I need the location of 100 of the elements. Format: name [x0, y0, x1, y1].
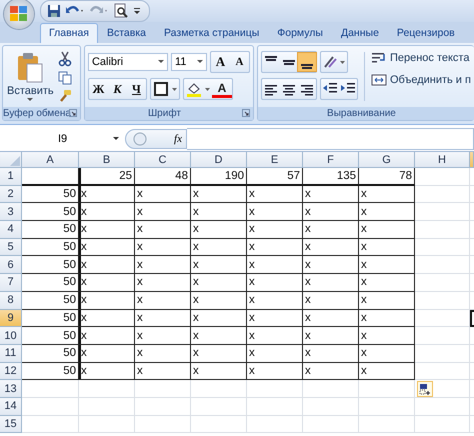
group-label: Шрифт [148, 108, 181, 119]
italic-button[interactable]: К [108, 80, 127, 98]
table-cell: x [191, 292, 247, 310]
row-header[interactable]: 14 [0, 398, 22, 416]
table-cell: x [191, 327, 247, 345]
table-cell: x [303, 221, 359, 239]
row-header[interactable]: 7 [0, 274, 22, 292]
table-cell: x [303, 327, 359, 345]
table-cell: x [247, 256, 303, 274]
column-header[interactable]: D [191, 152, 247, 168]
merge-button[interactable]: Объединить и п [370, 73, 471, 87]
table-cell: x [135, 344, 191, 363]
table-cell: x [79, 344, 135, 363]
grow-font-button[interactable]: A [210, 53, 230, 71]
table-cell: x [247, 203, 303, 222]
ribbon-tab[interactable]: Разметка страницы [155, 23, 268, 43]
table-cell: x [359, 203, 415, 222]
table-cell: x [359, 344, 415, 363]
table-cell: x [359, 327, 415, 345]
table-cell: x [303, 274, 359, 292]
column-header[interactable]: G [359, 152, 415, 168]
font-name-dropdown[interactable]: Calibri [88, 53, 168, 71]
row-header[interactable]: 12 [0, 362, 22, 380]
table-cell: x [79, 203, 135, 222]
table-cell: x [135, 274, 191, 292]
table-cell: x [303, 292, 359, 310]
row-header[interactable]: 3 [0, 203, 22, 222]
row-header[interactable]: 4 [0, 221, 22, 239]
row-header[interactable]: 8 [0, 292, 22, 310]
underline-button[interactable]: Ч [126, 80, 146, 98]
table-cell: x [191, 238, 247, 256]
table-cell: 25 [79, 168, 135, 186]
table-cell: x [79, 186, 135, 204]
ribbon-tab[interactable]: Формулы [268, 23, 332, 43]
column-header[interactable]: B [79, 152, 135, 168]
table-cell: x [135, 362, 191, 380]
table-cell: x [359, 238, 415, 256]
ribbon-tab[interactable]: Рецензиров [388, 23, 464, 43]
ribbon-tab[interactable]: Главная [40, 23, 98, 43]
table-cell: x [79, 292, 135, 310]
table-cell: 57 [247, 168, 303, 186]
ribbon-tab[interactable]: Вставка [98, 23, 155, 43]
table-cell: x [191, 256, 247, 274]
table-cell: x [303, 256, 359, 274]
insert-function-button[interactable]: fx [174, 133, 182, 145]
column-header[interactable]: H [415, 152, 470, 168]
table-cell: x [247, 221, 303, 239]
table-cell: x [79, 256, 135, 274]
font-size-dropdown[interactable]: 11 [170, 53, 207, 71]
row-header[interactable]: 5 [0, 238, 22, 256]
table-cell: x [79, 327, 135, 345]
row-header[interactable]: 6 [0, 256, 22, 274]
table-cell: x [303, 203, 359, 222]
table-cell: 50 [22, 310, 79, 328]
table-cell: x [247, 274, 303, 292]
table-cell: 50 [22, 327, 79, 345]
row-header[interactable]: 2 [0, 186, 22, 204]
bold-button[interactable]: Ж [88, 80, 108, 98]
table-cell: x [191, 362, 247, 380]
column-header[interactable]: F [303, 152, 359, 168]
column-header[interactable]: A [22, 152, 79, 168]
table-cell: x [359, 292, 415, 310]
table-cell: x [247, 327, 303, 345]
table-cell: x [359, 186, 415, 204]
shrink-font-button[interactable]: A [230, 53, 249, 71]
table-cell: x [191, 203, 247, 222]
table-cell: x [247, 310, 303, 328]
table-cell: x [191, 344, 247, 363]
row-header[interactable]: 13 [0, 380, 22, 398]
row-header[interactable]: 10 [0, 327, 22, 345]
wrap-text-button[interactable]: Перенос текста [370, 51, 471, 65]
table-cell: x [191, 186, 247, 204]
row-header[interactable]: 15 [0, 416, 22, 434]
table-cell: x [303, 344, 359, 363]
table-cell: x [303, 362, 359, 380]
row-header[interactable]: 1 [0, 168, 22, 186]
column-header[interactable]: E [247, 152, 303, 168]
table-cell: 50 [22, 274, 79, 292]
table-cell: x [79, 221, 135, 239]
table-cell: x [359, 221, 415, 239]
table-cell: x [191, 221, 247, 239]
column-header[interactable]: C [135, 152, 191, 168]
table-cell: 50 [22, 186, 79, 204]
table-cell: x [247, 292, 303, 310]
table-cell: x [79, 274, 135, 292]
table-cell: x [247, 362, 303, 380]
table-cell: x [79, 238, 135, 256]
table-cell: x [135, 203, 191, 222]
table-cell: 190 [191, 168, 247, 186]
table-cell: x [135, 238, 191, 256]
table-cell: 50 [22, 203, 79, 222]
table-cell: 135 [303, 168, 359, 186]
paste-button[interactable]: Вставить [7, 52, 54, 102]
ribbon-tab[interactable]: Данные [332, 23, 388, 43]
table-cell: x [247, 238, 303, 256]
row-header[interactable]: 11 [0, 344, 22, 363]
table-cell: 50 [22, 344, 79, 363]
table-cell: x [135, 327, 191, 345]
row-header[interactable]: 9 [0, 310, 22, 328]
table-cell: x [191, 274, 247, 292]
